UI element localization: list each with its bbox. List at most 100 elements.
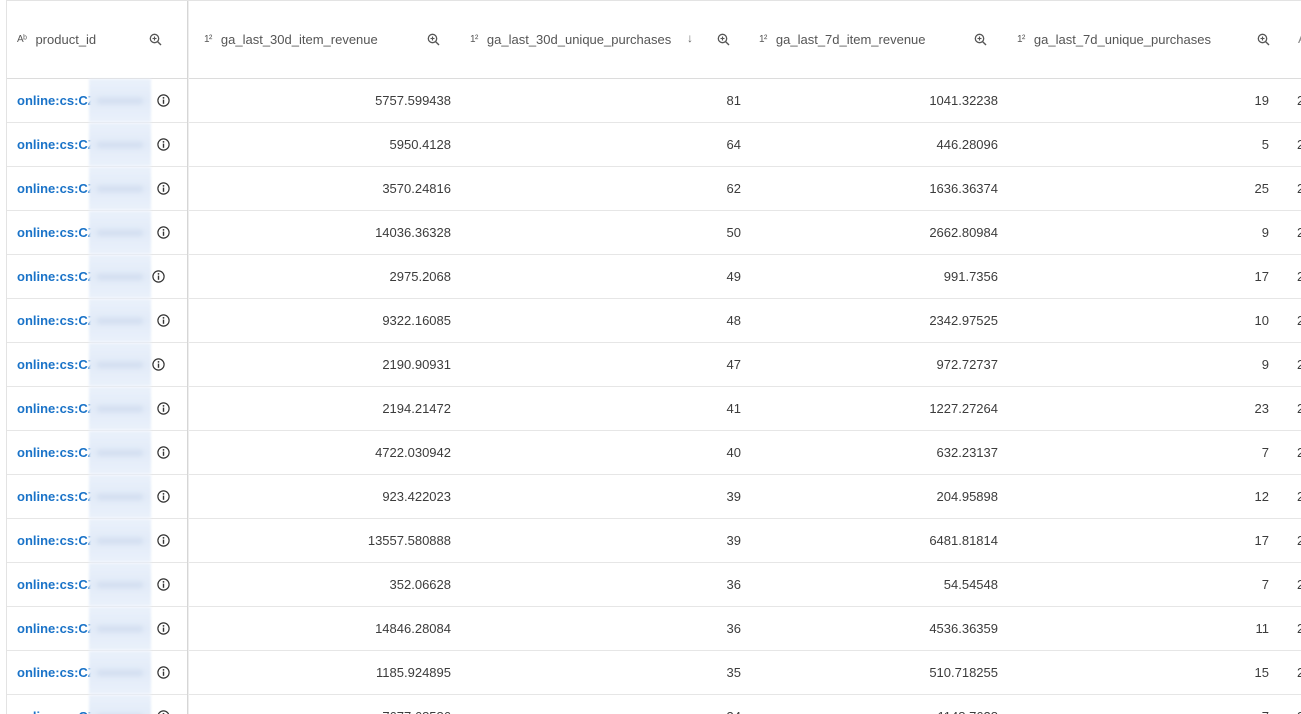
number-type-badge: 1² (204, 34, 212, 45)
table-row[interactable]: online:cs:CZ5757.599438811041.32238192 (7, 79, 1301, 123)
info-icon[interactable] (152, 270, 165, 283)
ga-last-30d-item-revenue-cell: 7677.68586 (197, 695, 451, 714)
product-id-link[interactable]: online:cs:CZ (17, 519, 96, 562)
ga-last-30d-item-revenue-cell: 3570.24816 (382, 181, 451, 196)
ga-last-30d-unique-purchases-cell: 50 (726, 225, 741, 240)
info-icon[interactable] (157, 402, 170, 415)
table-row[interactable]: online:cs:CZ4722.03094240632.2313772 (7, 431, 1301, 475)
ga-last-7d-item-revenue-cell: 2662.80984 (929, 225, 998, 240)
table-row[interactable]: online:cs:CZ2975.206849991.7356172 (7, 255, 1301, 299)
product-id-link[interactable]: online:cs:CZ (17, 299, 96, 342)
ga-last-30d-unique-purchases-cell: 64 (726, 137, 741, 152)
info-icon[interactable] (157, 314, 170, 327)
info-icon[interactable] (157, 534, 170, 547)
ga-last-30d-unique-purchases-cell: 39 (726, 489, 741, 504)
number-type-badge: 1² (1017, 34, 1025, 45)
zoom-in-icon[interactable] (427, 33, 440, 46)
ga-last-30d-unique-purchases-cell: 47 (726, 357, 741, 372)
ga-last-30d-item-revenue-cell: 352.06628 (389, 577, 451, 592)
grid-header: Aᵇ product_id 1² ga_last_30d_item_revenu… (7, 1, 1301, 79)
product-id-link[interactable]: online:cs:CZ (17, 211, 96, 254)
number-type-badge: 1² (759, 34, 767, 45)
table-row[interactable]: online:cs:CZ2190.9093147972.7273792 (7, 343, 1301, 387)
table-row[interactable]: online:cs:CZ14846.28084364536.36359112 (7, 607, 1301, 651)
column-header-ga-last-7d-item-revenue[interactable]: 1² ga_last_7d_item_revenue (759, 1, 926, 78)
redacted-product-id (89, 211, 151, 254)
ga-last-7d-item-revenue-cell: 2342.97525 (929, 313, 998, 328)
ga-last-7d-unique-purchases-cell: 10 (1254, 313, 1269, 328)
product-id-link[interactable]: online:cs:CZ (17, 167, 96, 210)
ga-last-30d-unique-purchases-cell: 40 (726, 445, 741, 460)
table-row[interactable]: online:cs:CZ5950.412864446.2809652 (7, 123, 1301, 167)
info-icon[interactable] (157, 578, 170, 591)
info-icon[interactable] (157, 94, 170, 107)
sort-descending-icon[interactable]: ↓ (687, 31, 693, 45)
info-icon[interactable] (157, 710, 170, 714)
table-row[interactable]: online:cs:CZ352.066283654.5454872 (7, 563, 1301, 607)
info-icon[interactable] (157, 226, 170, 239)
ga-last-7d-unique-purchases-cell: 5 (1261, 137, 1269, 152)
product-id-link[interactable]: online:cs:CZ (17, 695, 96, 714)
ga-last-30d-item-revenue-cell: 923.422023 (382, 489, 451, 504)
zoom-in-icon[interactable] (149, 33, 162, 46)
ga-last-7d-item-revenue-cell: 446.28096 (936, 137, 998, 152)
redacted-product-id (89, 475, 151, 518)
ga-last-30d-item-revenue-cell: 5757.599438 (375, 93, 451, 108)
ga-last-7d-item-revenue-cell: 972.72737 (936, 357, 998, 372)
ga-last-30d-item-revenue-cell: 2975.2068 (389, 269, 451, 284)
column-header-product-id[interactable]: Aᵇ product_id (17, 1, 96, 78)
product-id-link[interactable]: online:cs:CZ (17, 79, 96, 122)
product-id-link[interactable]: online:cs:CZ (17, 255, 96, 298)
ga-last-7d-unique-purchases-cell: 17 (1254, 269, 1269, 284)
redacted-product-id (89, 343, 151, 386)
data-grid: Aᵇ product_id 1² ga_last_30d_item_revenu… (6, 0, 1301, 714)
table-row[interactable]: online:cs:CZ14036.36328502662.8098492 (7, 211, 1301, 255)
table-row[interactable]: online:cs:CZ3570.24816621636.36374252 (7, 167, 1301, 211)
product-id-link[interactable]: online:cs:CZ (17, 431, 96, 474)
column-header-ga-last-30d-unique-purchases[interactable]: 1² ga_last_30d_unique_purchases (470, 1, 671, 78)
product-id-link[interactable]: online:cs:CZ (17, 563, 96, 606)
info-icon[interactable] (152, 358, 165, 371)
column-header-ga-last-7d-unique-purchases[interactable]: 1² ga_last_7d_unique_purchases (1017, 1, 1211, 78)
ga-last-30d-unique-purchases-cell: 36 (726, 577, 741, 592)
product-id-link[interactable]: online:cs:CZ (17, 651, 96, 694)
info-icon[interactable] (157, 622, 170, 635)
product-id-link[interactable]: online:cs:CZ (17, 475, 96, 518)
ga-last-7d-item-revenue-cell: 1041.32238 (929, 93, 998, 108)
ga-last-7d-item-revenue-cell: 54.54548 (943, 577, 998, 592)
redacted-product-id (89, 299, 151, 342)
info-icon[interactable] (157, 138, 170, 151)
info-icon[interactable] (157, 182, 170, 195)
ga-last-7d-unique-purchases-cell: 19 (1254, 93, 1269, 108)
ga-last-7d-item-revenue-cell: 1148.7628 (752, 695, 999, 714)
ga-last-7d-item-revenue-cell: 991.7356 (943, 269, 998, 284)
ga-last-30d-item-revenue-cell: 2194.21472 (382, 401, 451, 416)
zoom-in-icon[interactable] (1257, 33, 1270, 46)
table-row[interactable]: online:cs:CZ7677.68586341148.762872 (7, 695, 1301, 714)
table-row[interactable]: online:cs:CZ923.42202339204.95898122 (7, 475, 1301, 519)
ga-last-30d-unique-purchases-cell: 39 (726, 533, 741, 548)
zoom-in-icon[interactable] (974, 33, 987, 46)
ga-last-7d-unique-purchases-cell: 15 (1254, 665, 1269, 680)
info-icon[interactable] (157, 446, 170, 459)
ga-last-7d-item-revenue-cell: 510.718255 (929, 665, 998, 680)
info-icon[interactable] (157, 666, 170, 679)
ga-last-30d-item-revenue-cell: 1185.924895 (376, 665, 451, 680)
product-id-link[interactable]: online:cs:CZ (17, 387, 96, 430)
table-row[interactable]: online:cs:CZ2194.21472411227.27264232 (7, 387, 1301, 431)
product-id-link[interactable]: online:cs:CZ (17, 607, 96, 650)
table-row[interactable]: online:cs:CZ13557.580888396481.81814172 (7, 519, 1301, 563)
info-icon[interactable] (157, 490, 170, 503)
redacted-product-id (89, 123, 151, 166)
product-id-link[interactable]: online:cs:CZ (17, 123, 96, 166)
table-row[interactable]: online:cs:CZ9322.16085482342.97525102 (7, 299, 1301, 343)
ga-last-30d-unique-purchases-cell: 35 (726, 665, 741, 680)
redacted-product-id (89, 563, 151, 606)
column-header-ga-last-30d-item-revenue[interactable]: 1² ga_last_30d_item_revenue (204, 1, 378, 78)
zoom-in-icon[interactable] (717, 33, 730, 46)
ga-last-7d-unique-purchases-cell: 7 (1012, 695, 1269, 714)
column-name: ga_last_30d_unique_purchases (486, 32, 672, 47)
table-row[interactable]: online:cs:CZ1185.92489535510.718255152 (7, 651, 1301, 695)
product-id-link[interactable]: online:cs:CZ (17, 343, 96, 386)
ga-last-30d-item-revenue-cell: 4722.030942 (375, 445, 451, 460)
